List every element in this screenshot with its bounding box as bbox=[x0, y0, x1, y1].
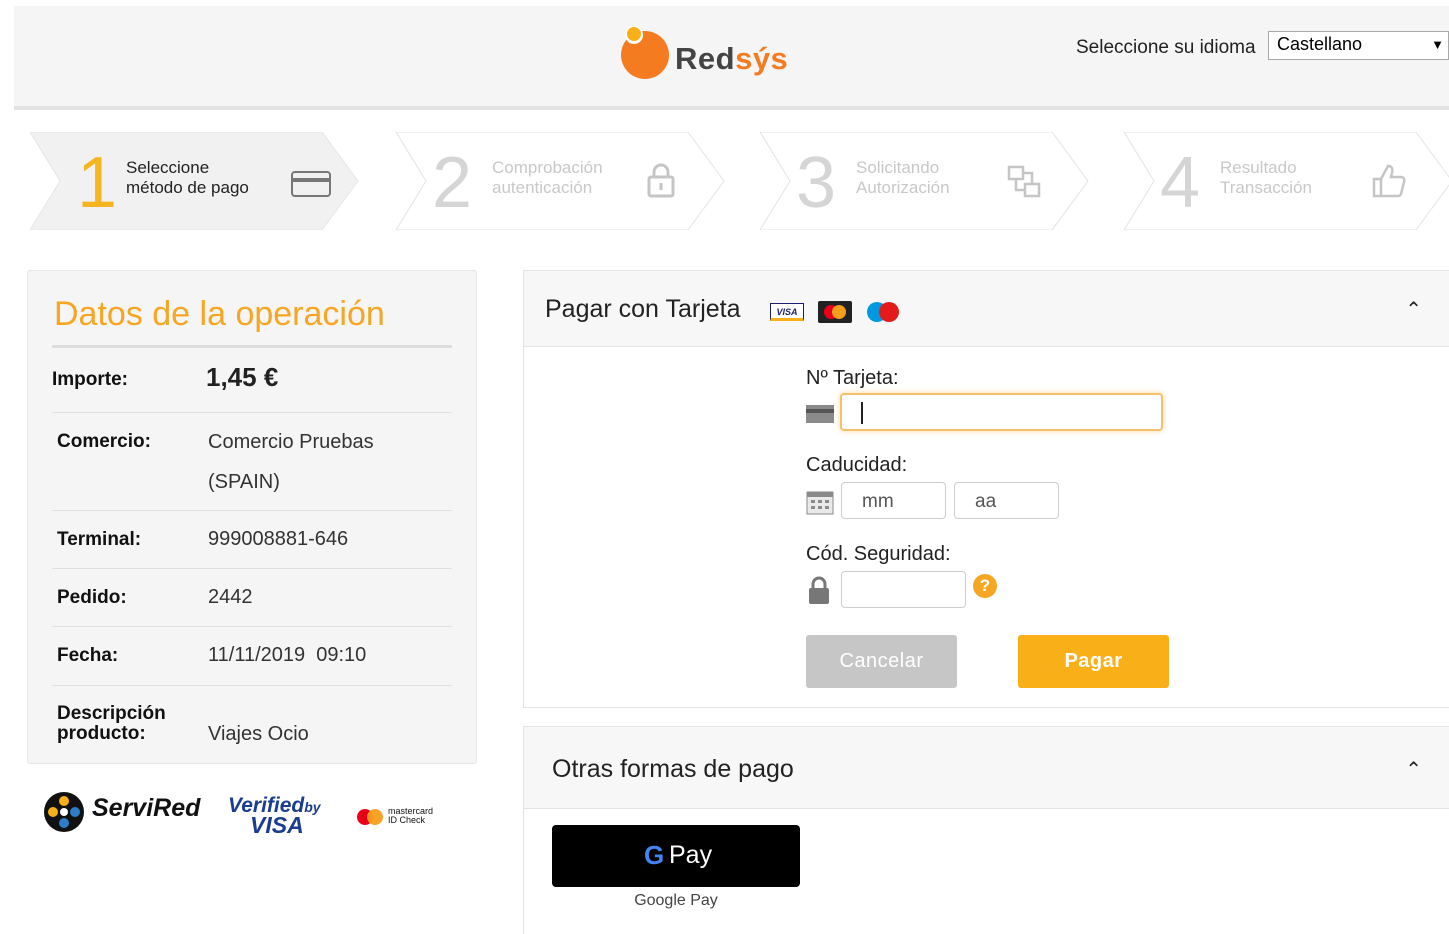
operation-row-order: Pedido: 2442 bbox=[52, 569, 452, 627]
language-selected-value: Castellano bbox=[1277, 34, 1363, 54]
card-panel-header[interactable]: Pagar con Tarjeta VISA ⌃ bbox=[524, 271, 1449, 347]
step-3: 3 Solicitando Autorización bbox=[760, 132, 1090, 230]
redsys-logo: Redsýs bbox=[618, 22, 788, 84]
step-number: 4 bbox=[1160, 143, 1201, 223]
operation-row-amount: Importe: 1,45 € bbox=[52, 351, 452, 413]
servired-text: ServiRed bbox=[92, 794, 201, 822]
step-2: 2 Comprobación autenticación bbox=[396, 132, 726, 230]
expiry-label: Caducidad: bbox=[806, 454, 908, 476]
row-label: Descripción producto: bbox=[57, 703, 166, 744]
expiry-year-input[interactable]: aa bbox=[954, 482, 1059, 519]
google-pay-button[interactable]: G Pay bbox=[552, 825, 800, 887]
row-label: Terminal: bbox=[57, 529, 142, 550]
row-value: Viajes Ocio bbox=[208, 723, 309, 745]
collapse-chevron-icon[interactable]: ⌃ bbox=[1405, 297, 1422, 322]
row-value: Comercio Pruebas (SPAIN) bbox=[208, 431, 374, 493]
verified-by-visa-logo: Verifiedby VISA bbox=[228, 794, 321, 838]
help-icon[interactable]: ? bbox=[973, 574, 997, 598]
security-code-label: Cód. Seguridad: bbox=[806, 543, 951, 565]
step-4: 4 Resultado Transacción bbox=[1124, 132, 1449, 230]
other-panel-title: Otras formas de pago bbox=[552, 755, 794, 783]
step-1: 1 Seleccione método de pago bbox=[30, 132, 360, 230]
lock-icon bbox=[647, 163, 675, 198]
card-payment-panel: Pagar con Tarjeta VISA ⌃ Nº Tarjeta: Cad… bbox=[523, 270, 1449, 708]
step-number: 2 bbox=[432, 143, 473, 223]
row-label: Pedido: bbox=[57, 587, 127, 608]
credit-card-icon bbox=[806, 405, 834, 423]
operation-row-merchant: Comercio: Comercio Pruebas (SPAIN) bbox=[52, 413, 452, 511]
google-g-icon: G bbox=[644, 840, 665, 870]
calendar-icon bbox=[806, 491, 834, 515]
header-bar: Redsýs Seleccione su idioma Castellano ▼ bbox=[14, 6, 1449, 110]
row-value: 999008881-646 bbox=[208, 528, 349, 550]
operation-row-date: Fecha: 11/11/2019 09:10 bbox=[52, 627, 452, 686]
card-panel-title: Pagar con Tarjeta bbox=[545, 295, 741, 323]
cancel-button[interactable]: Cancelar bbox=[806, 635, 957, 688]
dropdown-arrow-icon: ▼ bbox=[1431, 37, 1444, 52]
card-number-label: Nº Tarjeta: bbox=[806, 367, 899, 389]
operation-row-description: Descripción producto: Viajes Ocio bbox=[52, 686, 452, 756]
row-value: 11/11/2019 09:10 bbox=[208, 644, 367, 666]
google-pay-caption: Google Pay bbox=[634, 892, 718, 909]
security-brands: ServiRed Verifiedby VISA mastercard ID Ch… bbox=[42, 784, 472, 844]
language-label: Seleccione su idioma bbox=[1076, 37, 1256, 58]
step-label: Resultado Transacción bbox=[1220, 158, 1312, 197]
credit-card-icon bbox=[291, 171, 331, 197]
text-caret bbox=[861, 402, 863, 424]
title-divider bbox=[52, 345, 452, 348]
lock-icon bbox=[809, 576, 829, 604]
maestro-card-icon bbox=[867, 302, 899, 322]
row-label: Importe: bbox=[52, 369, 128, 390]
language-select[interactable]: Castellano ▼ bbox=[1268, 31, 1449, 60]
security-code-input[interactable] bbox=[841, 571, 966, 608]
visa-card-icon: VISA bbox=[770, 303, 804, 321]
progress-steps: 1 Seleccione método de pago 2 Comprobació… bbox=[30, 132, 1449, 232]
step-number: 1 bbox=[77, 143, 118, 223]
collapse-chevron-icon[interactable]: ⌃ bbox=[1405, 757, 1422, 782]
mastercard-id-check-logo: mastercard ID Check bbox=[356, 806, 456, 830]
servired-logo bbox=[44, 792, 84, 832]
row-value: 1,45 € bbox=[206, 362, 279, 392]
row-value: 2442 bbox=[208, 586, 253, 608]
other-panel-header[interactable]: Otras formas de pago ⌃ bbox=[524, 727, 1449, 809]
step-label: Solicitando Autorización bbox=[856, 158, 950, 197]
operation-title: Datos de la operación bbox=[54, 295, 385, 333]
row-label: Fecha: bbox=[57, 645, 119, 666]
step-label: Comprobación autenticación bbox=[492, 158, 603, 197]
card-logos: VISA bbox=[770, 301, 910, 323]
expiry-month-input[interactable]: mm bbox=[841, 482, 946, 519]
google-pay-label: Pay bbox=[669, 841, 713, 869]
step-label: Seleccione método de pago bbox=[126, 158, 249, 197]
logo-text-sys: sýs bbox=[735, 41, 789, 76]
mastercard-card-icon bbox=[818, 301, 852, 323]
card-number-input[interactable] bbox=[840, 393, 1163, 431]
step-number: 3 bbox=[796, 143, 837, 223]
logo-text-red: Red bbox=[675, 41, 736, 76]
row-label: Comercio: bbox=[57, 431, 151, 452]
transfer-icon bbox=[1007, 165, 1041, 198]
thumbs-up-icon bbox=[1372, 164, 1406, 198]
operation-details-panel: Datos de la operación Importe: 1,45 € Co… bbox=[27, 270, 477, 764]
pay-button[interactable]: Pagar bbox=[1018, 635, 1169, 688]
operation-row-terminal: Terminal: 999008881-646 bbox=[52, 511, 452, 569]
